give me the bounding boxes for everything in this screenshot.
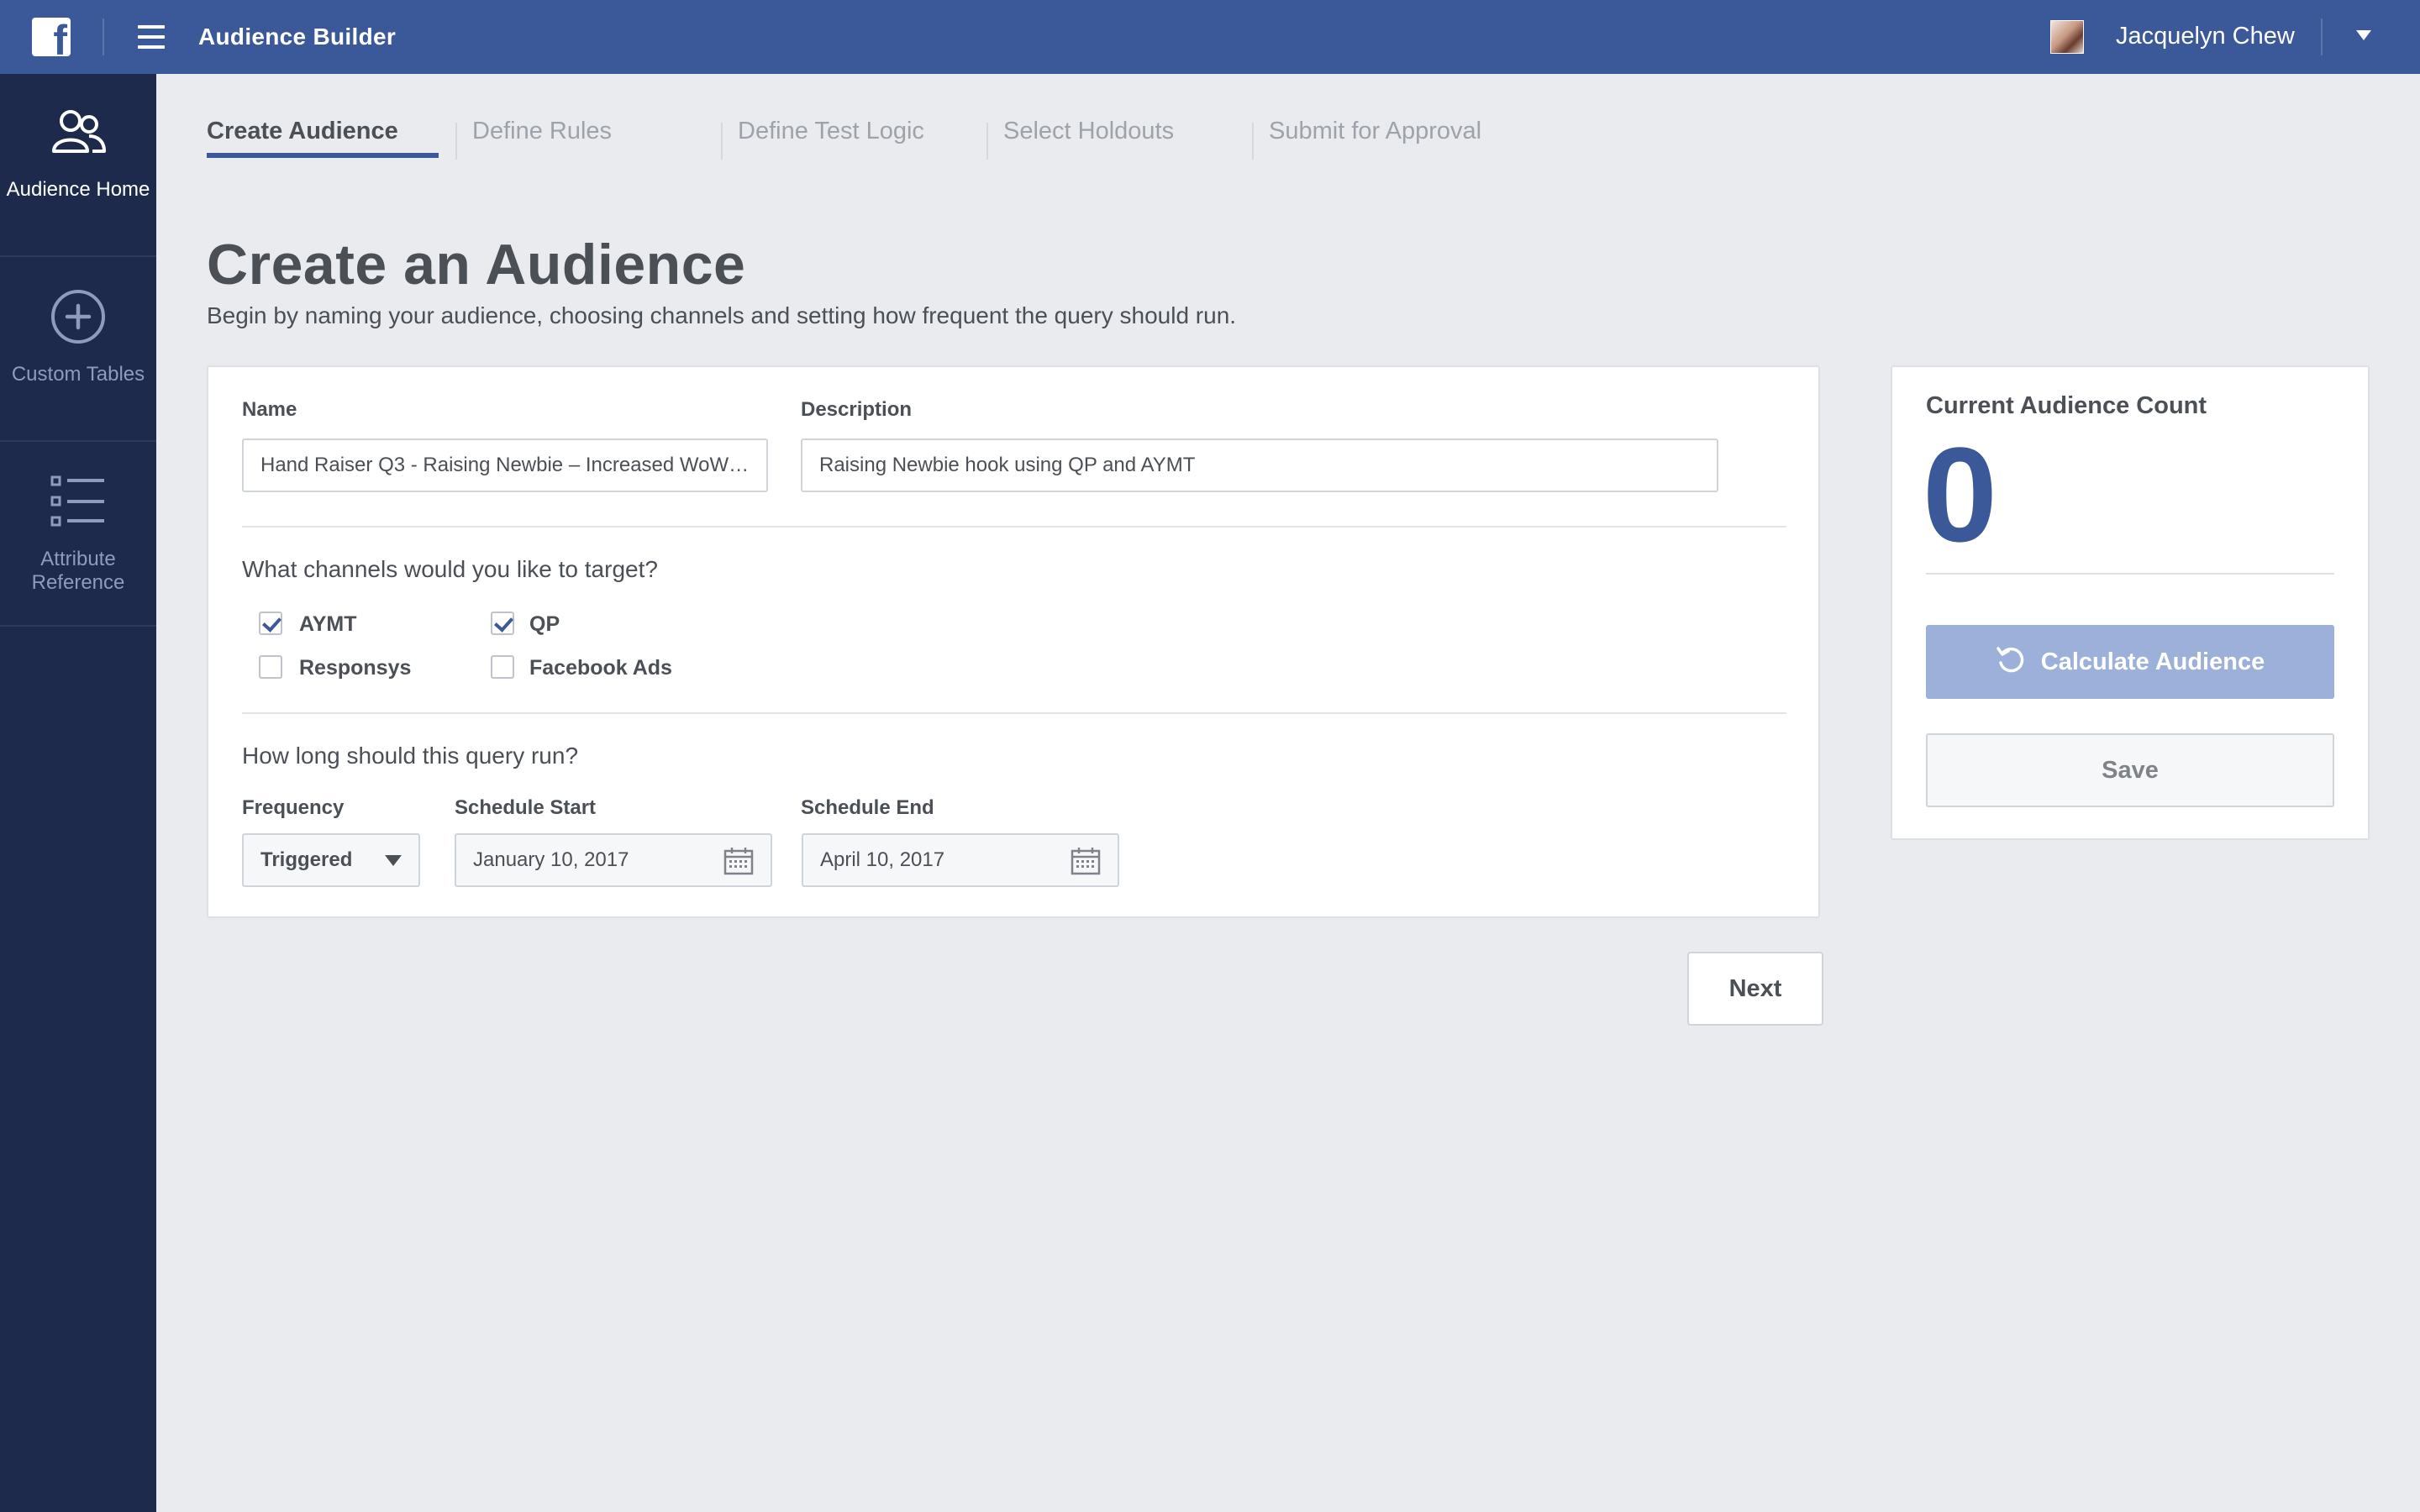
- sidebar-item-attribute-reference[interactable]: Attribute Reference: [0, 444, 156, 627]
- audience-count-card: Current Audience Count 0 Calculate Audie…: [1891, 365, 2370, 840]
- page-subtitle: Begin by naming your audience, choosing …: [207, 302, 1237, 328]
- section-divider: [242, 526, 1786, 528]
- app-title: Audience Builder: [198, 24, 397, 50]
- user-menu-caret-icon[interactable]: [2356, 30, 2371, 40]
- schedule-end-field[interactable]: April 10, 2017: [802, 833, 1119, 887]
- channel-label-aymt[interactable]: AYMT: [299, 612, 357, 637]
- sidebar-item-label: Audience Home: [6, 178, 150, 201]
- channels-question: What channels would you like to target?: [242, 556, 658, 582]
- step-separator: [721, 123, 723, 160]
- audience-form-card: Name Hand Raiser Q3 - Raising Newbie – I…: [207, 365, 1820, 918]
- step-create-audience[interactable]: Create Audience: [207, 118, 398, 145]
- calculate-audience-label: Calculate Audience: [2040, 648, 2265, 675]
- top-divider: [2321, 18, 2323, 55]
- user-name[interactable]: Jacquelyn Chew: [2116, 23, 2295, 50]
- channel-checkbox-facebook-ads[interactable]: [491, 655, 514, 679]
- duration-question: How long should this query run?: [242, 743, 579, 769]
- facebook-logo-letter: f: [53, 18, 67, 56]
- frequency-value: Triggered: [260, 848, 353, 871]
- audience-count-value: 0: [1923, 419, 1997, 570]
- step-select-holdouts[interactable]: Select Holdouts: [1003, 118, 1174, 145]
- facebook-logo[interactable]: f: [32, 18, 71, 56]
- calendar-icon[interactable]: [1071, 847, 1101, 875]
- audience-count-label: Current Audience Count: [1926, 392, 2207, 419]
- name-field[interactable]: Hand Raiser Q3 - Raising Newbie – Increa…: [242, 438, 768, 492]
- card-divider: [1926, 573, 2334, 575]
- channel-label-responsys[interactable]: Responsys: [299, 656, 411, 680]
- page-title: Create an Audience: [207, 233, 746, 297]
- refresh-icon: [1996, 647, 2024, 673]
- plus-circle-icon: [51, 290, 105, 344]
- schedule-start-field[interactable]: January 10, 2017: [455, 833, 772, 887]
- sidebar-item-audience-home[interactable]: Audience Home: [0, 74, 156, 257]
- schedule-start-value: January 10, 2017: [473, 848, 629, 871]
- calendar-icon[interactable]: [723, 847, 754, 875]
- section-divider: [242, 712, 1786, 714]
- sidebar-item-label: Attribute Reference: [31, 548, 125, 594]
- list-icon: [50, 475, 104, 527]
- next-button[interactable]: Next: [1687, 952, 1823, 1026]
- active-step-indicator: [207, 153, 439, 158]
- schedule-end-label: Schedule End: [801, 796, 934, 819]
- sidebar: Audience Home Custom Tables Attribute Re…: [0, 74, 156, 1512]
- channel-checkbox-aymt[interactable]: [259, 612, 282, 635]
- step-define-rules[interactable]: Define Rules: [472, 118, 612, 145]
- schedule-end-value: April 10, 2017: [820, 848, 945, 871]
- save-button[interactable]: Save: [1926, 733, 2334, 807]
- description-label: Description: [801, 398, 913, 421]
- top-divider: [103, 18, 104, 55]
- chevron-down-icon: [385, 855, 402, 866]
- step-separator: [1252, 123, 1254, 160]
- top-bar: f Audience Builder Jacquelyn Chew: [0, 0, 2420, 74]
- calculate-audience-button[interactable]: Calculate Audience: [1926, 625, 2334, 699]
- sidebar-item-label: Custom Tables: [11, 363, 145, 386]
- people-icon: [52, 110, 106, 153]
- name-label: Name: [242, 398, 297, 421]
- channel-label-facebook-ads[interactable]: Facebook Ads: [529, 656, 672, 680]
- channel-label-qp[interactable]: QP: [529, 612, 560, 637]
- sidebar-item-custom-tables[interactable]: Custom Tables: [0, 259, 156, 442]
- step-submit-for-approval[interactable]: Submit for Approval: [1269, 118, 1481, 145]
- frequency-label: Frequency: [242, 796, 345, 819]
- description-field[interactable]: Raising Newbie hook using QP and AYMT: [801, 438, 1718, 492]
- schedule-start-label: Schedule Start: [455, 796, 597, 819]
- avatar[interactable]: [2050, 20, 2084, 54]
- frequency-select[interactable]: Triggered: [242, 833, 420, 887]
- channel-checkbox-responsys[interactable]: [259, 655, 282, 679]
- step-define-test-logic[interactable]: Define Test Logic: [738, 118, 924, 145]
- step-separator: [986, 123, 988, 160]
- channel-checkbox-qp[interactable]: [491, 612, 514, 635]
- step-separator: [455, 123, 457, 160]
- hamburger-menu-icon[interactable]: [138, 25, 165, 49]
